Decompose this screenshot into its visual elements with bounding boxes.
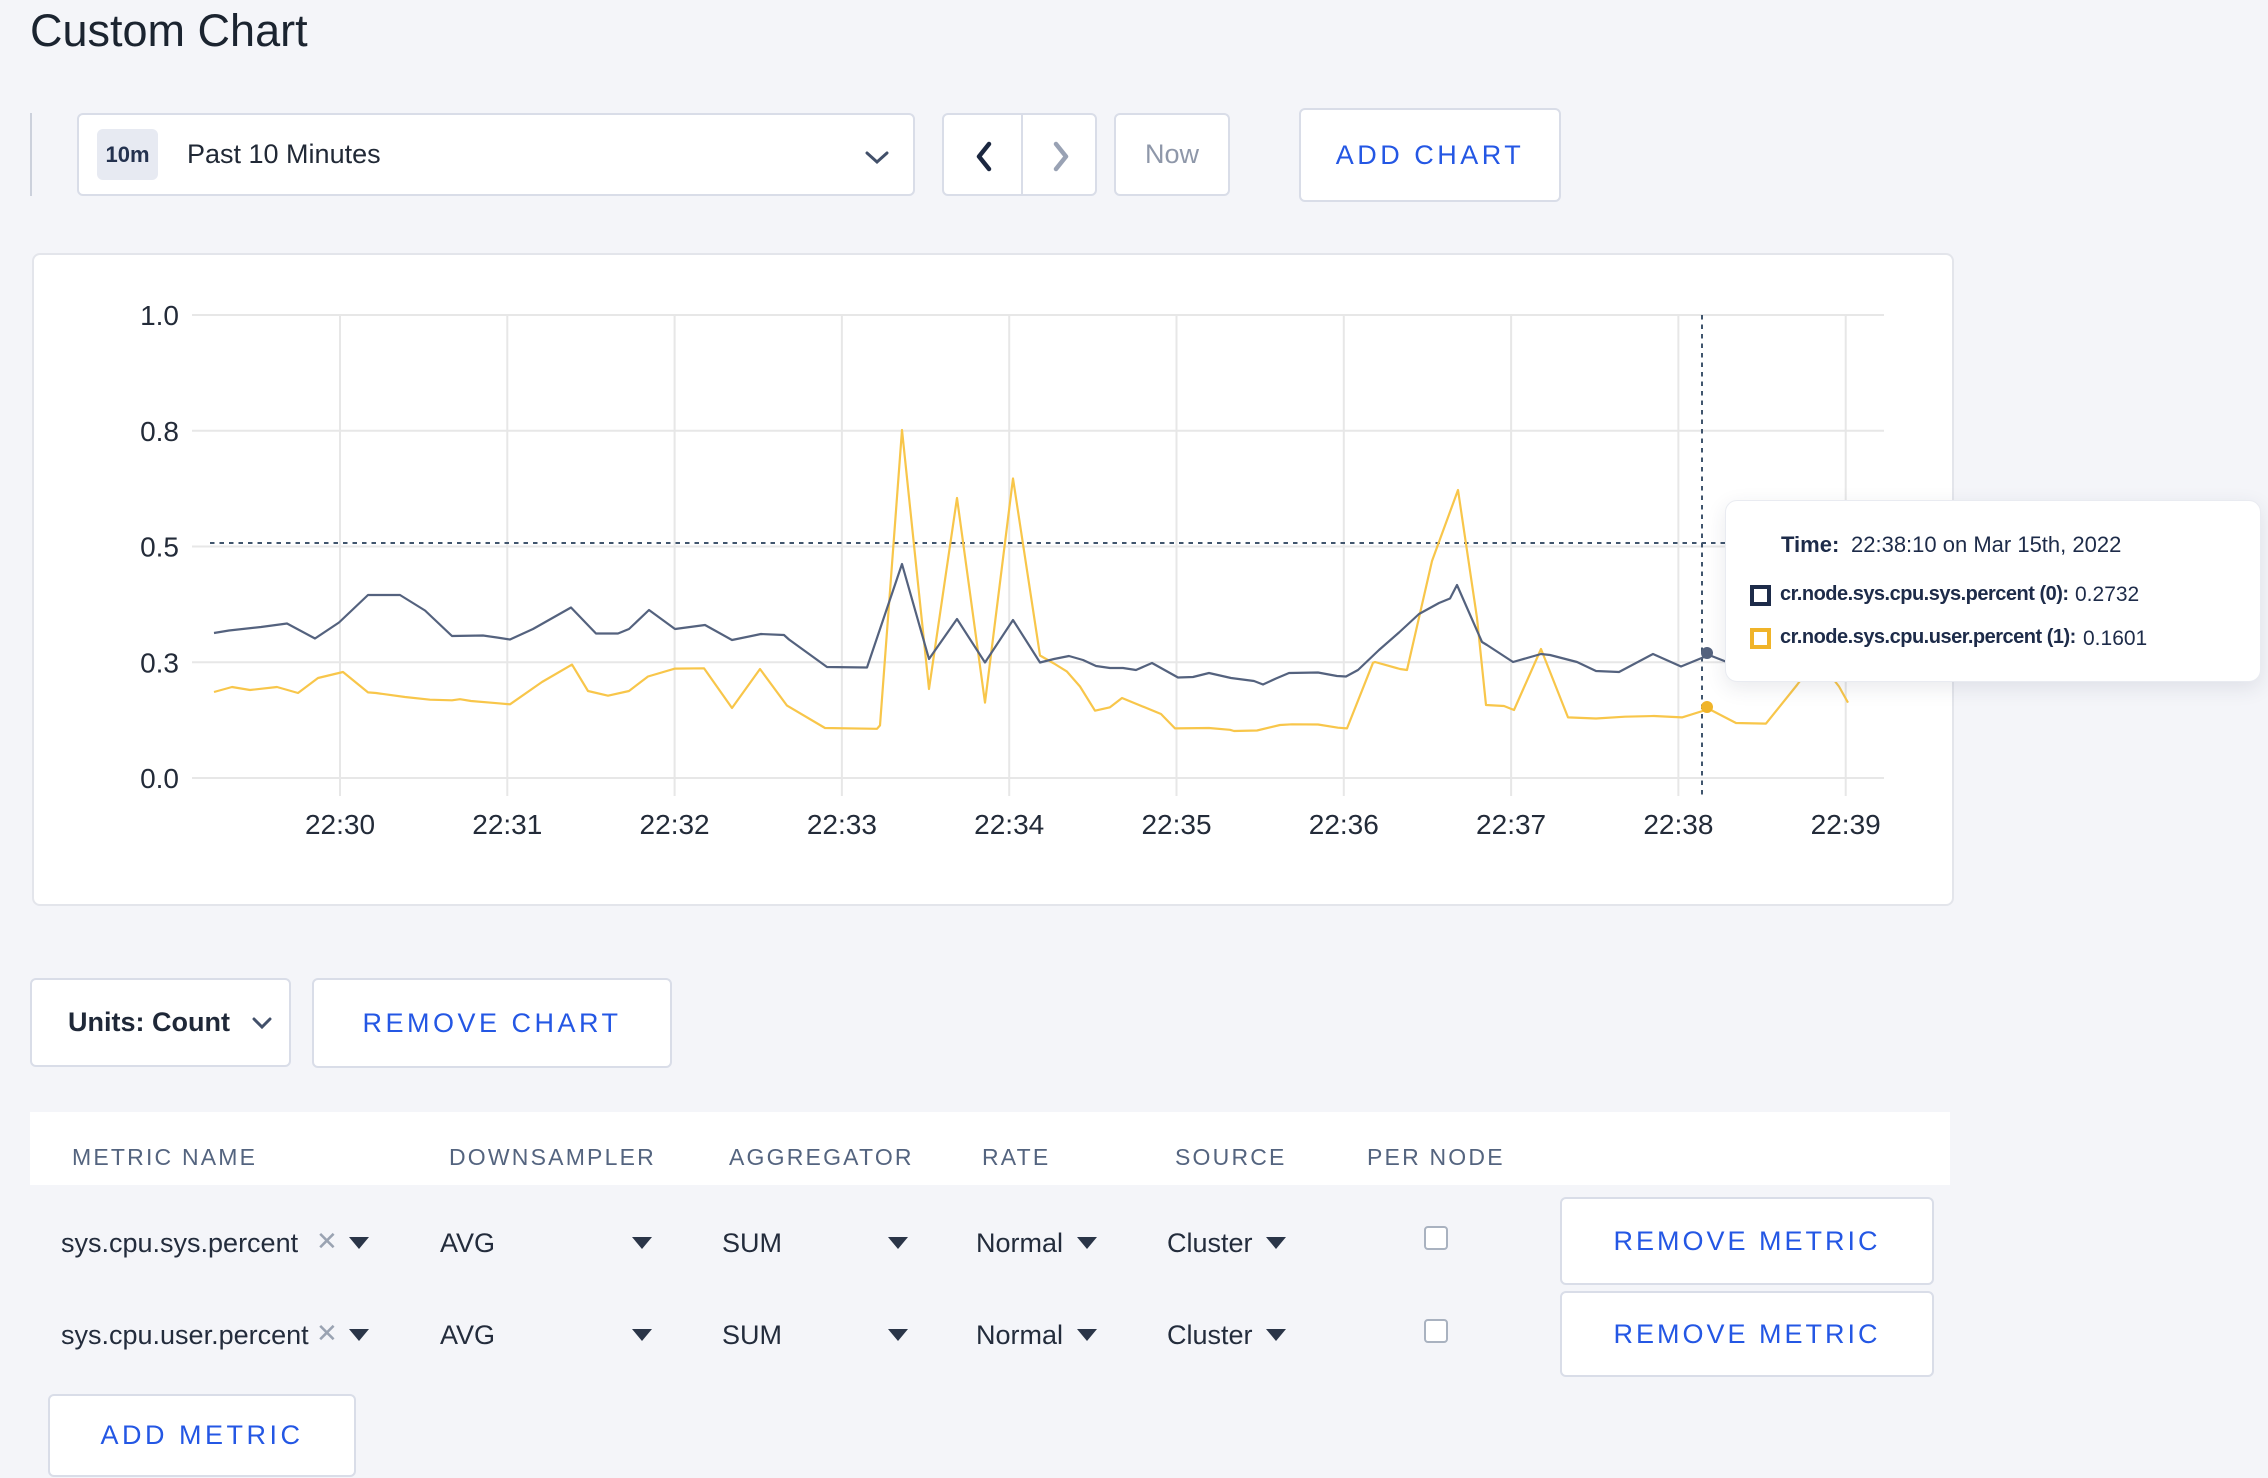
svg-text:22:36: 22:36	[1309, 809, 1379, 840]
svg-text:22:30: 22:30	[305, 809, 375, 840]
svg-text:22:31: 22:31	[472, 809, 542, 840]
svg-text:0.8: 0.8	[140, 416, 179, 447]
svg-text:22:34: 22:34	[974, 809, 1044, 840]
svg-text:0.0: 0.0	[140, 763, 179, 794]
svg-text:22:38: 22:38	[1643, 809, 1713, 840]
svg-text:22:33: 22:33	[807, 809, 877, 840]
svg-text:0.5: 0.5	[140, 532, 179, 563]
svg-text:0.3: 0.3	[140, 647, 179, 678]
svg-text:22:37: 22:37	[1476, 809, 1546, 840]
svg-text:22:39: 22:39	[1811, 809, 1881, 840]
svg-text:22:35: 22:35	[1141, 809, 1211, 840]
svg-text:22:32: 22:32	[640, 809, 710, 840]
svg-text:1.0: 1.0	[140, 300, 179, 331]
